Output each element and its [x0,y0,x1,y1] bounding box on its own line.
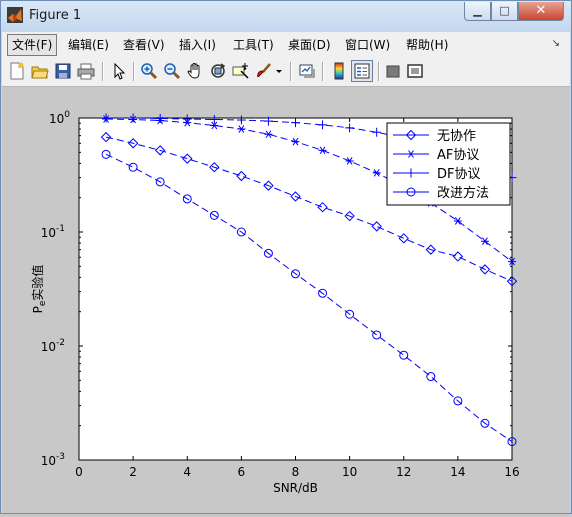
menu-edit[interactable]: 编辑(E) [64,36,113,54]
y-tick-label: 10-1 [41,224,65,240]
save-icon[interactable] [54,62,72,80]
y-tick-label: 10-2 [41,338,65,354]
chart-svg[interactable]: 0 2 4 6 8 10 12 14 16 100 10-1 10-2 10-3 SNR/dB Pe实验值 无… [2,87,570,513]
toolbar-separator [290,62,292,81]
toolbar-separator [378,62,380,81]
minimize-button[interactable]: ▁ [464,2,491,21]
menu-help[interactable]: 帮助(H) [402,36,452,54]
menu-view[interactable]: 查看(V) [119,36,169,54]
x-tick-label: 8 [292,465,300,479]
data-cursor-icon[interactable] [232,62,250,80]
maximize-button[interactable]: □ [491,2,518,21]
select-arrow-icon[interactable] [110,62,128,80]
figure-window: Figure 1 ▁ □ ✕ 文件(F) 编辑(E) 查看(V) 插入(I) 工… [0,0,572,514]
menu-window[interactable]: 窗口(W) [341,36,394,54]
title-bar[interactable]: Figure 1 ▁ □ ✕ [1,1,571,31]
x-tick-label: 2 [129,465,137,479]
menu-insert[interactable]: 插入(I) [175,36,220,54]
pan-hand-icon[interactable] [186,62,204,80]
x-tick-label: 16 [504,465,519,479]
legend-label: 改进方法 [437,185,489,201]
legend-label: 无协作 [437,129,476,144]
menu-tools[interactable]: 工具(T) [229,36,278,54]
x-tick-label: 4 [183,465,191,479]
legend-label: AF协议 [437,148,479,163]
legend-icon[interactable] [351,60,373,82]
new-figure-icon[interactable] [8,62,26,80]
x-tick-label: 14 [450,465,465,479]
y-tick-label: 10-3 [41,452,65,468]
rotate-3d-icon[interactable] [209,62,227,80]
y-tick-label: 100 [49,110,70,126]
toolbar-separator [322,62,324,81]
brush-dropdown-icon[interactable] [274,62,284,80]
x-axis-label: SNR/dB [273,481,318,495]
colorbar-icon[interactable] [330,62,348,80]
x-tick-label: 12 [396,465,411,479]
x-tick-label: 6 [238,465,246,479]
show-plot-tools-icon[interactable] [406,62,424,80]
menu-desktop[interactable]: 桌面(D) [284,36,335,54]
toolbar-separator [133,62,135,81]
open-file-icon[interactable] [31,62,49,80]
window-title: Figure 1 [29,8,82,23]
y-axis-label: Pe实验值 [30,265,48,314]
toolbar-separator [102,62,104,81]
x-tick-label: 10 [342,465,357,479]
zoom-in-icon[interactable] [140,62,158,80]
figure-toolbar [2,57,570,87]
zoom-out-icon[interactable] [163,62,181,80]
legend-label: DF协议 [437,167,481,182]
hide-plot-tools-icon[interactable] [384,62,402,80]
menu-bar: 文件(F) 编辑(E) 查看(V) 插入(I) 工具(T) 桌面(D) 窗口(W… [2,32,570,57]
menu-dock-arrow-icon[interactable]: ↘ [552,38,560,49]
print-icon[interactable] [77,62,95,80]
brush-icon[interactable] [255,62,273,80]
matlab-logo-icon [7,7,23,23]
x-tick-label: 0 [75,465,83,479]
link-plot-icon[interactable] [298,62,316,80]
menu-file[interactable]: 文件(F) [7,34,58,56]
figure-canvas: 0 2 4 6 8 10 12 14 16 100 10-1 10-2 10-3 SNR/dB Pe实验值 无… [2,87,570,513]
close-button[interactable]: ✕ [518,2,564,21]
